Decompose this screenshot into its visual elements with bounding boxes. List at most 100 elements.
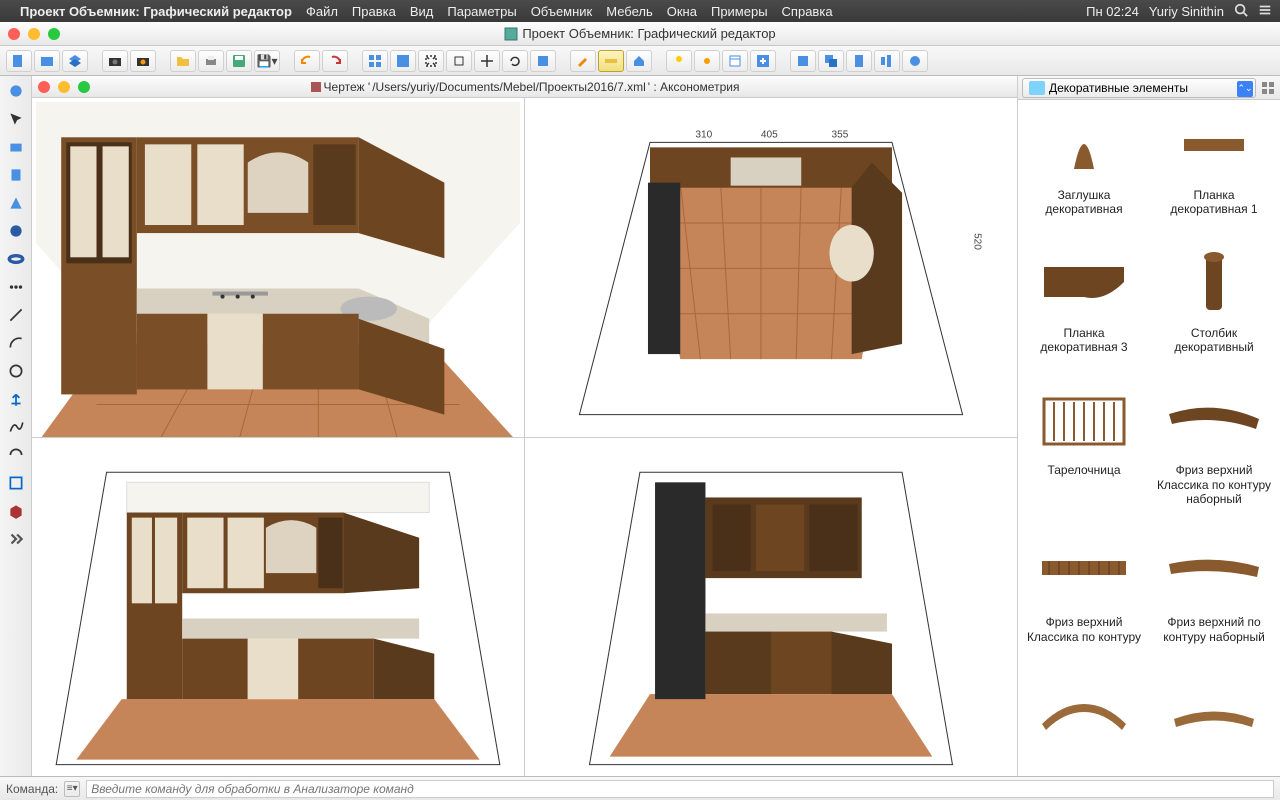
- tool-open-icon[interactable]: [34, 50, 60, 72]
- tool-window-icon[interactable]: [390, 50, 416, 72]
- command-history-button[interactable]: ≡▾: [64, 781, 80, 797]
- tool-top-icon[interactable]: [530, 50, 556, 72]
- tool-grid4-icon[interactable]: [362, 50, 388, 72]
- menu-examples[interactable]: Примеры: [711, 4, 768, 19]
- tool-dots-icon[interactable]: [5, 276, 27, 298]
- menubar-user[interactable]: Yuriy Sinithin: [1149, 4, 1224, 19]
- tool-box3-icon[interactable]: [846, 50, 872, 72]
- tool-save-icon[interactable]: [226, 50, 252, 72]
- catalog-item[interactable]: Столбик декоративный: [1152, 242, 1276, 374]
- menu-help[interactable]: Справка: [782, 4, 833, 19]
- tool-render-icon[interactable]: [130, 50, 156, 72]
- catalog-item[interactable]: Заглушка декоративная: [1022, 104, 1146, 236]
- tool-spline-icon[interactable]: [5, 416, 27, 438]
- catalog-view-icon[interactable]: [1260, 80, 1276, 96]
- catalog-item[interactable]: [1022, 669, 1146, 772]
- viewport-side[interactable]: [525, 438, 1017, 777]
- tool-line-icon[interactable]: [5, 304, 27, 326]
- tool-fit-icon[interactable]: [418, 50, 444, 72]
- tool-redo-icon[interactable]: [322, 50, 348, 72]
- tool-chevrons-icon[interactable]: [5, 528, 27, 550]
- minimize-button[interactable]: [28, 28, 40, 40]
- window-traffic-lights: [8, 28, 60, 40]
- doc-icon: [310, 81, 322, 93]
- mac-menubar: Проект Объемник: Графический редактор Фа…: [0, 0, 1280, 22]
- tool-pointer-icon[interactable]: [5, 80, 27, 102]
- svg-text:405: 405: [761, 129, 778, 140]
- left-toolbar: [0, 76, 32, 776]
- tool-sphere-icon[interactable]: [5, 220, 27, 242]
- doc-minimize-button[interactable]: [58, 81, 70, 93]
- svg-text:355: 355: [831, 129, 848, 140]
- catalog-item[interactable]: Тарелочница: [1022, 379, 1146, 525]
- tool-rect-icon[interactable]: [5, 136, 27, 158]
- tool-cone-icon[interactable]: [5, 192, 27, 214]
- menu-parameters[interactable]: Параметры: [447, 4, 516, 19]
- tool-save-as-icon[interactable]: 💾▾: [254, 50, 280, 72]
- tool-move-icon[interactable]: [474, 50, 500, 72]
- tool-undo-icon[interactable]: [294, 50, 320, 72]
- tool-arc2-icon[interactable]: [5, 444, 27, 466]
- main-toolbar: 💾▾: [0, 46, 1280, 76]
- tool-layers-icon[interactable]: [62, 50, 88, 72]
- tool-torus-icon[interactable]: [5, 248, 27, 270]
- tool-polygon-icon[interactable]: [5, 472, 27, 494]
- tool-rect2-icon[interactable]: [5, 164, 27, 186]
- tool-home-icon[interactable]: [626, 50, 652, 72]
- catalog-item[interactable]: [1152, 669, 1276, 772]
- catalog-item[interactable]: Фриз верхний Классика по контуру: [1022, 531, 1146, 663]
- catalog-item[interactable]: Фриз верхний по контуру наборный: [1152, 531, 1276, 663]
- maximize-button[interactable]: [48, 28, 60, 40]
- doc-maximize-button[interactable]: [78, 81, 90, 93]
- tool-axis-icon[interactable]: [5, 388, 27, 410]
- app-name[interactable]: Проект Объемник: Графический редактор: [20, 4, 292, 19]
- search-icon[interactable]: [1234, 3, 1248, 20]
- command-bar: Команда: ≡▾: [0, 776, 1280, 800]
- tool-3d-icon[interactable]: [5, 500, 27, 522]
- menu-furniture[interactable]: Мебель: [606, 4, 653, 19]
- tool-folder-icon[interactable]: [170, 50, 196, 72]
- close-button[interactable]: [8, 28, 20, 40]
- tool-rotate-icon[interactable]: [502, 50, 528, 72]
- tool-plus-icon[interactable]: [750, 50, 776, 72]
- tool-print-icon[interactable]: [198, 50, 224, 72]
- menu-windows[interactable]: Окна: [667, 4, 697, 19]
- tool-align-icon[interactable]: [874, 50, 900, 72]
- tool-zoom-icon[interactable]: [446, 50, 472, 72]
- menu-obemnik[interactable]: Объемник: [531, 4, 593, 19]
- window-title: Проект Объемник: Графический редактор: [522, 26, 775, 41]
- tool-last-icon[interactable]: [902, 50, 928, 72]
- menu-edit[interactable]: Правка: [352, 4, 396, 19]
- svg-text:310: 310: [695, 129, 712, 140]
- viewport-top[interactable]: 310 405 355 520: [525, 98, 1017, 437]
- tool-measure-icon[interactable]: [598, 50, 624, 72]
- viewport-perspective[interactable]: [32, 98, 524, 437]
- viewport-front[interactable]: [32, 438, 524, 777]
- catalog-grid[interactable]: Заглушка декоративная Планка декоративна…: [1018, 100, 1280, 776]
- tool-calendar-icon[interactable]: [722, 50, 748, 72]
- catalog-category-select[interactable]: Декоративные элементы ⌃⌄: [1022, 78, 1256, 98]
- tool-lamp-icon[interactable]: [666, 50, 692, 72]
- doc-title-suffix: ' : Аксонометрия: [648, 80, 740, 94]
- doc-close-button[interactable]: [38, 81, 50, 93]
- menubar-clock: Пн 02:24: [1086, 4, 1139, 19]
- tool-select-icon[interactable]: [5, 108, 27, 130]
- menu-icon[interactable]: [1258, 3, 1272, 20]
- tool-new-icon[interactable]: [6, 50, 32, 72]
- doc-path: /Users/yuriy/Documents/Mebel/Проекты2016…: [372, 80, 646, 94]
- tool-box2-icon[interactable]: [818, 50, 844, 72]
- tool-circle-icon[interactable]: [5, 360, 27, 382]
- svg-text:520: 520: [972, 233, 983, 250]
- tool-box1-icon[interactable]: [790, 50, 816, 72]
- menu-file[interactable]: Файл: [306, 4, 338, 19]
- command-input[interactable]: [86, 780, 1274, 798]
- viewports-grid: 310 405 355 520: [32, 98, 1017, 776]
- menu-view[interactable]: Вид: [410, 4, 434, 19]
- catalog-item[interactable]: Планка декоративная 3: [1022, 242, 1146, 374]
- tool-sun-icon[interactable]: [694, 50, 720, 72]
- tool-paint-icon[interactable]: [570, 50, 596, 72]
- catalog-item[interactable]: Фриз верхний Классика по контуру наборны…: [1152, 379, 1276, 525]
- tool-camera-icon[interactable]: [102, 50, 128, 72]
- tool-arc-icon[interactable]: [5, 332, 27, 354]
- catalog-item[interactable]: Планка декоративная 1: [1152, 104, 1276, 236]
